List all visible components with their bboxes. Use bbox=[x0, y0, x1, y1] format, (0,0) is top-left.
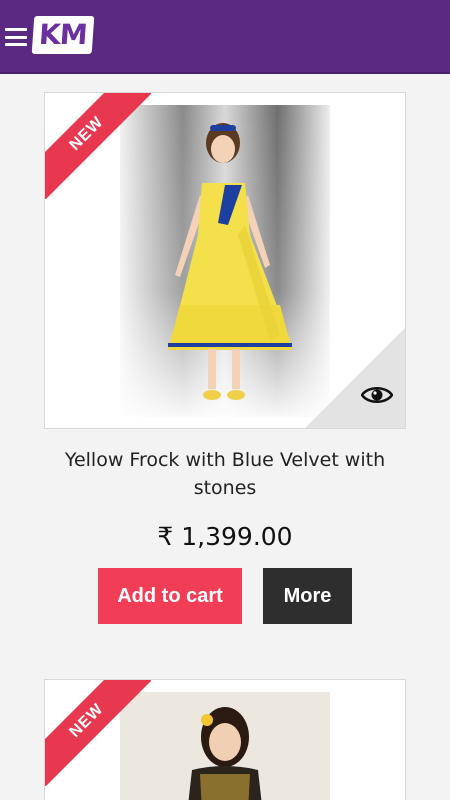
add-to-cart-button[interactable]: Add to cart bbox=[98, 568, 242, 624]
new-badge-label: NEW bbox=[45, 680, 151, 786]
top-bar: KM bbox=[0, 0, 450, 74]
logo[interactable]: KM bbox=[31, 15, 94, 55]
product-image[interactable] bbox=[120, 105, 330, 417]
product-card[interactable]: NEW bbox=[44, 92, 406, 429]
product-price: ₹ 1,399.00 bbox=[157, 522, 293, 551]
logo-text: KM bbox=[31, 16, 94, 54]
more-button[interactable]: More bbox=[263, 568, 352, 624]
new-badge: NEW bbox=[45, 680, 151, 786]
quick-view-button[interactable] bbox=[305, 328, 405, 428]
hamburger-menu-icon[interactable] bbox=[5, 28, 27, 46]
new-badge: NEW bbox=[45, 93, 151, 199]
new-badge-label: NEW bbox=[45, 93, 151, 199]
product-card[interactable]: NEW bbox=[44, 679, 406, 800]
product-image[interactable] bbox=[120, 692, 330, 800]
product-title[interactable]: Yellow Frock with Blue Velvet with stone… bbox=[40, 446, 410, 502]
eye-icon bbox=[361, 387, 393, 403]
